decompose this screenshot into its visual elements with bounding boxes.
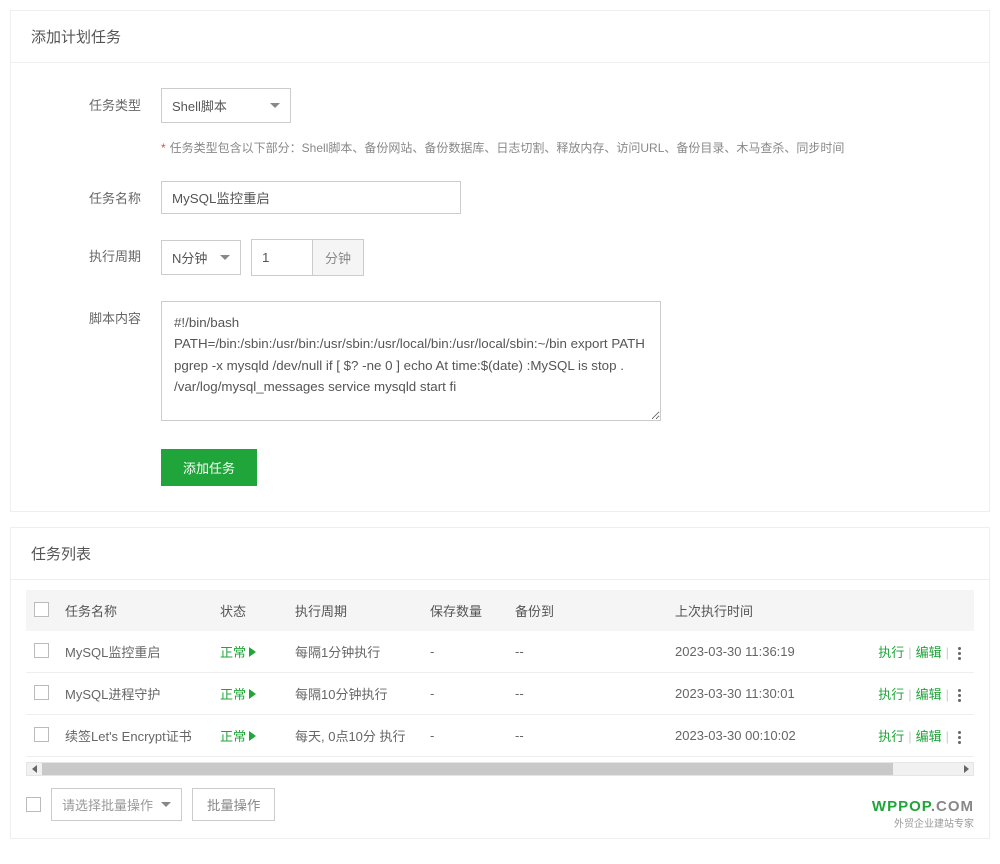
- th-backup: 备份到: [507, 590, 667, 631]
- cell-backup: --: [507, 715, 667, 757]
- row-cycle: 执行周期 N分钟 分钟: [31, 239, 969, 276]
- status-badge[interactable]: 正常: [220, 726, 256, 745]
- batch-select-all-checkbox[interactable]: [26, 797, 41, 812]
- cell-last: 2023-03-30 11:30:01: [667, 673, 852, 715]
- cell-name: MySQL监控重启: [57, 631, 212, 673]
- scroll-right-icon[interactable]: [959, 763, 973, 775]
- batch-select-placeholder: 请选择批量操作: [62, 795, 153, 814]
- more-icon[interactable]: [958, 694, 961, 697]
- chevron-down-icon: [270, 103, 280, 108]
- th-cycle: 执行周期: [287, 590, 422, 631]
- exec-link[interactable]: 执行: [878, 687, 904, 702]
- th-save: 保存数量: [422, 590, 507, 631]
- batch-action-select[interactable]: 请选择批量操作: [51, 788, 182, 821]
- play-icon: [249, 647, 256, 657]
- row-submit: 添加任务: [31, 449, 969, 486]
- required-star: *: [161, 141, 166, 155]
- row-hint: * 任务类型包含以下部分：Shell脚本、备份网站、备份数据库、日志切割、释放内存…: [31, 131, 969, 156]
- cell-cycle: 每隔10分钟执行: [287, 673, 422, 715]
- cell-cycle: 每天, 0点10分 执行: [287, 715, 422, 757]
- th-last: 上次执行时间: [667, 590, 852, 631]
- cell-backup: --: [507, 673, 667, 715]
- cell-last: 2023-03-30 00:10:02: [667, 715, 852, 757]
- status-badge[interactable]: 正常: [220, 642, 256, 661]
- exec-link[interactable]: 执行: [878, 645, 904, 660]
- select-all-checkbox[interactable]: [34, 602, 49, 617]
- task-type-select[interactable]: Shell脚本: [161, 88, 291, 123]
- horizontal-scrollbar[interactable]: [26, 762, 974, 776]
- row-script: 脚本内容 #!/bin/bash PATH=/bin:/sbin:/usr/bi…: [31, 301, 969, 424]
- table-row: MySQL进程守护正常每隔10分钟执行---2023-03-30 11:30:0…: [26, 673, 974, 715]
- row-checkbox[interactable]: [34, 643, 49, 658]
- add-task-panel: 添加计划任务 任务类型 Shell脚本 * 任务类型包含以下部分：Shell脚本、…: [10, 10, 990, 512]
- row-checkbox[interactable]: [34, 685, 49, 700]
- watermark: WPPOP.COM 外贸企业建站专家: [872, 798, 974, 830]
- edit-link[interactable]: 编辑: [916, 645, 942, 660]
- cycle-value-wrap: 分钟: [251, 239, 364, 276]
- task-table-wrap: 任务名称 状态 执行周期 保存数量 备份到 上次执行时间 MySQL监控重启正常…: [11, 580, 989, 762]
- cell-cycle: 每隔1分钟执行: [287, 631, 422, 673]
- cell-last: 2023-03-30 11:36:19: [667, 631, 852, 673]
- cycle-type-select[interactable]: N分钟: [161, 240, 241, 275]
- th-name: 任务名称: [57, 590, 212, 631]
- label-task-name: 任务名称: [31, 181, 161, 207]
- exec-link[interactable]: 执行: [878, 729, 904, 744]
- more-icon[interactable]: [958, 736, 961, 739]
- table-row: 续签Let's Encrypt证书正常每天, 0点10分 执行---2023-0…: [26, 715, 974, 757]
- chevron-down-icon: [220, 255, 230, 260]
- row-checkbox[interactable]: [34, 727, 49, 742]
- script-textarea[interactable]: #!/bin/bash PATH=/bin:/sbin:/usr/bin:/us…: [161, 301, 661, 421]
- scroll-left-icon[interactable]: [27, 763, 41, 775]
- th-status: 状态: [212, 590, 287, 631]
- add-task-button[interactable]: 添加任务: [161, 449, 257, 486]
- label-cycle: 执行周期: [31, 239, 161, 265]
- task-type-hint: 任务类型包含以下部分：Shell脚本、备份网站、备份数据库、日志切割、释放内存、…: [170, 141, 845, 155]
- batch-bar: 请选择批量操作 批量操作: [11, 776, 989, 833]
- status-badge[interactable]: 正常: [220, 684, 256, 703]
- task-type-value: Shell脚本: [172, 96, 227, 115]
- task-name-input[interactable]: [161, 181, 461, 214]
- scrollbar-thumb[interactable]: [42, 763, 893, 775]
- cell-save: -: [422, 673, 507, 715]
- row-task-type: 任务类型 Shell脚本: [31, 88, 969, 123]
- label-script: 脚本内容: [31, 301, 161, 327]
- task-list-panel: 任务列表 任务名称 状态 执行周期 保存数量 备份到 上次执行时间 MySQL监…: [10, 527, 990, 839]
- label-task-type: 任务类型: [31, 88, 161, 114]
- play-icon: [249, 731, 256, 741]
- edit-link[interactable]: 编辑: [916, 729, 942, 744]
- cycle-unit: 分钟: [312, 240, 363, 275]
- cycle-type-value: N分钟: [172, 248, 207, 267]
- cell-name: 续签Let's Encrypt证书: [57, 715, 212, 757]
- row-task-name: 任务名称: [31, 181, 969, 214]
- cell-name: MySQL进程守护: [57, 673, 212, 715]
- more-icon[interactable]: [958, 652, 961, 655]
- list-title: 任务列表: [11, 528, 989, 580]
- table-row: MySQL监控重启正常每隔1分钟执行---2023-03-30 11:36:19…: [26, 631, 974, 673]
- form-body: 任务类型 Shell脚本 * 任务类型包含以下部分：Shell脚本、备份网站、备份…: [11, 63, 989, 511]
- cell-save: -: [422, 715, 507, 757]
- edit-link[interactable]: 编辑: [916, 687, 942, 702]
- cell-save: -: [422, 631, 507, 673]
- chevron-down-icon: [161, 802, 171, 807]
- task-table: 任务名称 状态 执行周期 保存数量 备份到 上次执行时间 MySQL监控重启正常…: [26, 590, 974, 757]
- cycle-value-input[interactable]: [252, 240, 312, 275]
- cell-backup: --: [507, 631, 667, 673]
- table-header-row: 任务名称 状态 执行周期 保存数量 备份到 上次执行时间: [26, 590, 974, 631]
- batch-action-button[interactable]: 批量操作: [192, 788, 275, 821]
- play-icon: [249, 689, 256, 699]
- panel-title: 添加计划任务: [11, 11, 989, 63]
